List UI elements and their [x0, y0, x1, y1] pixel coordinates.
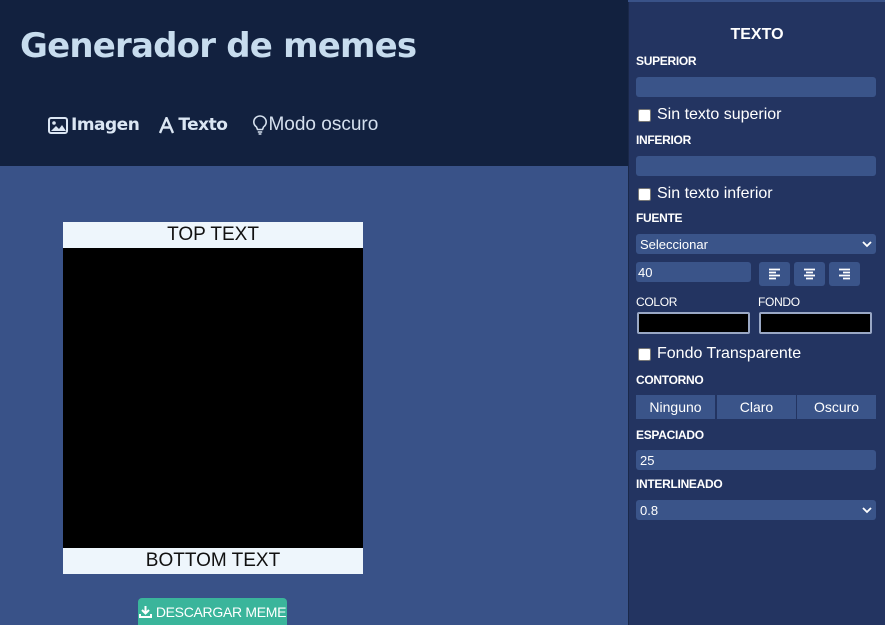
checkbox-box[interactable]: [638, 108, 651, 122]
download-meme-button[interactable]: DESCARGAR MEME: [138, 598, 287, 625]
align-left-icon: [769, 268, 780, 280]
line-height-value: 0.8: [640, 502, 659, 518]
no-bottom-text-checkbox[interactable]: Sin texto inferior: [638, 185, 773, 203]
align-right-icon: [839, 268, 850, 280]
meme-canvas: TOP TEXT BOTTOM TEXT: [63, 222, 363, 574]
top-text-input[interactable]: [636, 77, 876, 97]
header: Generador de memes Imagen Texto Modo osc…: [0, 0, 628, 166]
bottom-text-input[interactable]: [636, 156, 876, 176]
outline-none-button[interactable]: Ninguno: [636, 395, 715, 419]
background-color-picker[interactable]: [759, 312, 872, 334]
meme-bottom-text: BOTTOM TEXT: [63, 548, 363, 574]
download-icon: [138, 605, 152, 618]
text-panel: TEXTO SUPERIOR Sin texto superior INFERI…: [628, 2, 885, 625]
chevron-down-icon: [862, 240, 872, 248]
text-icon: [158, 116, 175, 134]
no-bottom-text-label: Sin texto inferior: [657, 185, 773, 202]
checkbox-box[interactable]: [638, 347, 651, 361]
align-left-button[interactable]: [759, 262, 790, 286]
bottom-text-label: INFERIOR: [636, 133, 691, 147]
meme-top-text: TOP TEXT: [63, 222, 363, 248]
align-center-icon: [804, 268, 815, 280]
nav-image-button[interactable]: Imagen: [48, 115, 140, 135]
app-title: Generador de memes: [20, 26, 417, 66]
spacing-label: ESPACIADO: [636, 428, 704, 442]
font-select[interactable]: Seleccionar: [636, 234, 876, 254]
font-label: FUENTE: [636, 211, 683, 225]
download-meme-label: DESCARGAR MEME: [155, 603, 287, 620]
nav-text-label: Texto: [178, 115, 228, 135]
line-height-select[interactable]: 0.8: [636, 500, 876, 520]
background-label: FONDO: [758, 295, 800, 309]
checkbox-box[interactable]: [638, 187, 651, 201]
line-height-label: INTERLINEADO: [636, 477, 723, 491]
lightbulb-icon: [253, 115, 268, 135]
panel-title: TEXTO: [730, 26, 784, 43]
nav-text-button[interactable]: Texto: [158, 115, 228, 135]
no-top-text-label: Sin texto superior: [657, 106, 782, 123]
image-icon: [48, 116, 68, 134]
outline-dark-button[interactable]: Oscuro: [797, 395, 876, 419]
outline-light-button[interactable]: Claro: [717, 395, 796, 419]
outline-label: CONTORNO: [636, 373, 704, 387]
no-top-text-checkbox[interactable]: Sin texto superior: [638, 106, 782, 124]
text-color-picker[interactable]: [637, 312, 750, 334]
nav-dark-mode-button[interactable]: Modo oscuro: [253, 114, 378, 136]
nav-dark-mode-label: Modo oscuro: [268, 114, 379, 135]
nav: Imagen Texto Modo oscuro: [48, 114, 378, 136]
align-center-button[interactable]: [794, 262, 825, 286]
spacing-value: 25: [640, 452, 655, 468]
transparent-background-label: Fondo Transparente: [657, 345, 802, 362]
font-select-value: Seleccionar: [640, 236, 708, 252]
align-right-button[interactable]: [829, 262, 860, 286]
top-text-label: SUPERIOR: [636, 54, 697, 68]
nav-image-label: Imagen: [71, 115, 140, 135]
spacing-input[interactable]: 25: [636, 450, 876, 470]
transparent-background-checkbox[interactable]: Fondo Transparente: [638, 345, 801, 363]
color-label: COLOR: [636, 295, 678, 309]
chevron-down-icon: [862, 506, 872, 514]
font-size-input[interactable]: 40: [636, 262, 751, 282]
